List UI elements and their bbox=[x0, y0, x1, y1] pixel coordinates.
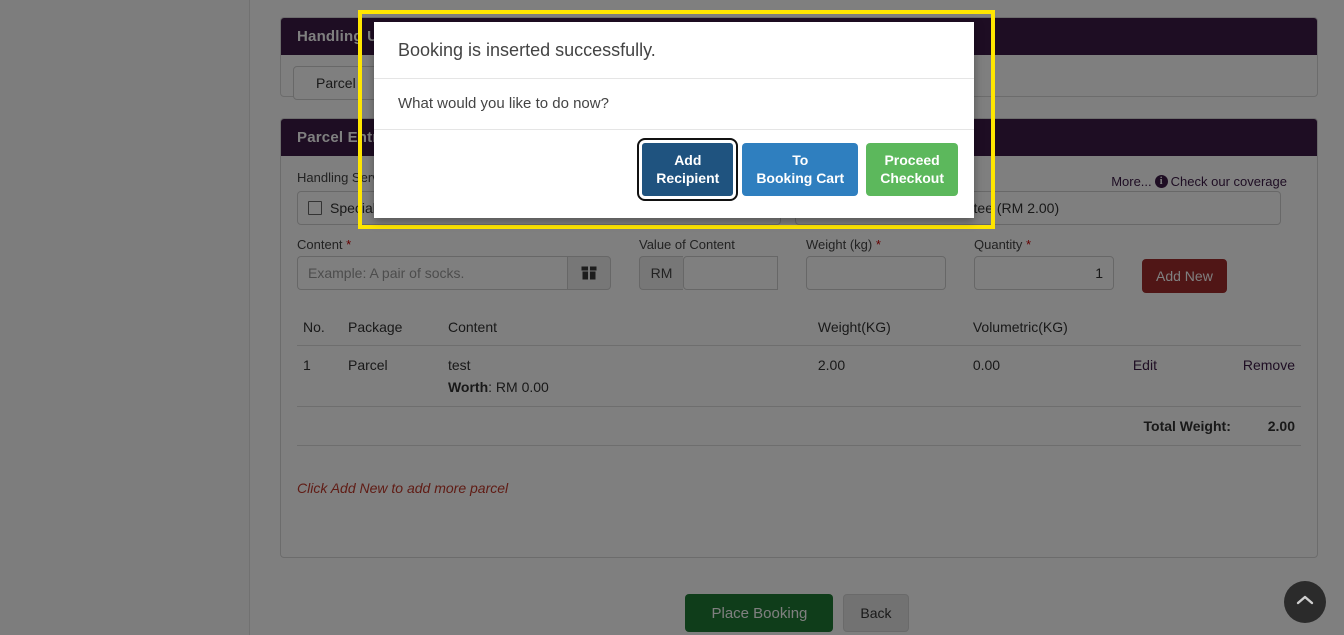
dialog-title: Booking is inserted successfully. bbox=[398, 40, 656, 60]
proceed-checkout-line2: Checkout bbox=[880, 169, 944, 186]
to-booking-cart-line1: To bbox=[792, 152, 809, 168]
add-recipient-line2: Recipient bbox=[656, 169, 720, 186]
proceed-checkout-button[interactable]: Proceed Checkout bbox=[866, 143, 958, 196]
proceed-checkout-line1: Proceed bbox=[884, 152, 940, 168]
chevron-up-icon bbox=[1296, 593, 1314, 611]
dialog-body: What would you like to do now? bbox=[374, 79, 974, 130]
dialog-header: Booking is inserted successfully. bbox=[374, 22, 974, 79]
booking-success-dialog: Booking is inserted successfully. What w… bbox=[374, 22, 974, 218]
scroll-to-top-button[interactable] bbox=[1284, 581, 1326, 623]
to-booking-cart-line2: Booking Cart bbox=[756, 169, 845, 186]
to-booking-cart-button[interactable]: To Booking Cart bbox=[742, 143, 859, 196]
dialog-footer: Add Recipient To Booking Cart Proceed Ch… bbox=[374, 130, 974, 209]
add-recipient-button[interactable]: Add Recipient bbox=[637, 138, 739, 201]
add-recipient-line1: Add bbox=[674, 152, 702, 168]
